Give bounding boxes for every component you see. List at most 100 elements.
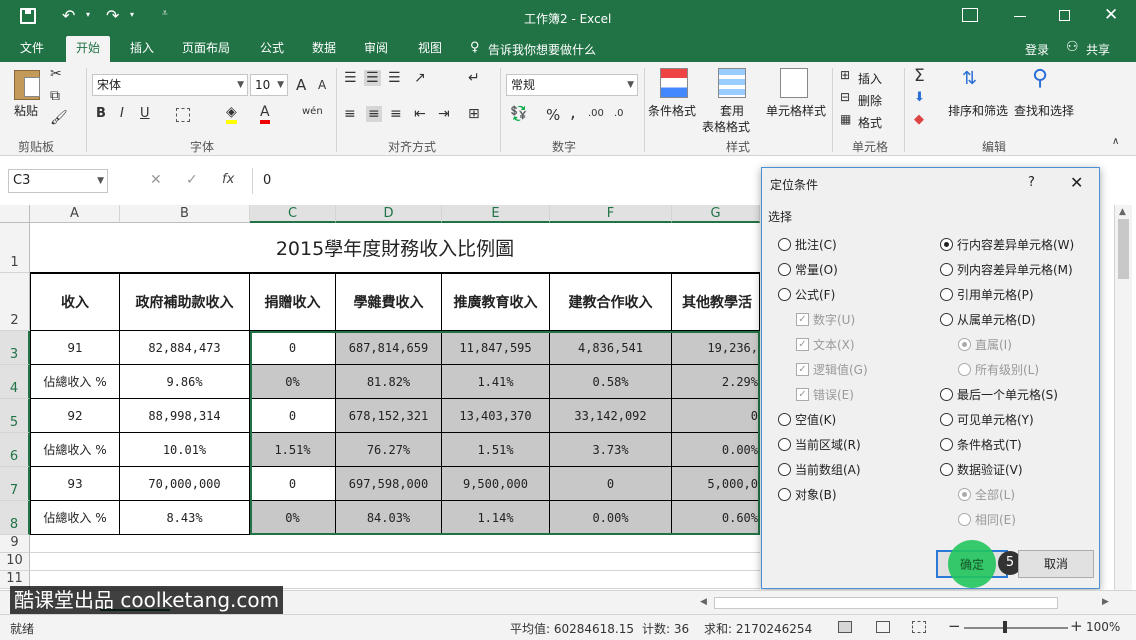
ribbon-display-icon[interactable] xyxy=(962,8,978,22)
radio-right-1[interactable]: 列内容差异单元格(M) xyxy=(940,261,1073,278)
conditional-format-button[interactable]: 条件格式 xyxy=(648,102,696,119)
radio-left-10[interactable]: 对象(B) xyxy=(778,486,837,503)
align-middle-icon[interactable]: ☰ xyxy=(364,70,381,86)
table-cell[interactable]: 0% xyxy=(250,501,336,535)
column-header[interactable]: G xyxy=(672,205,760,223)
collapse-ribbon-icon[interactable]: ∧ xyxy=(1112,136,1119,147)
tab-formulas[interactable]: 公式 xyxy=(250,36,294,62)
tab-home[interactable]: 开始 xyxy=(66,36,111,62)
maximize-icon[interactable] xyxy=(1059,10,1070,21)
decrease-indent-icon[interactable]: ⇤ xyxy=(414,106,426,122)
table-cell[interactable]: 678,152,321 xyxy=(336,399,442,433)
copy-icon[interactable]: ⧉ xyxy=(50,88,60,104)
dialog-close-icon[interactable]: ✕ xyxy=(1070,173,1083,192)
wrap-text-icon[interactable]: ↵ xyxy=(468,70,480,86)
column-header[interactable]: E xyxy=(442,205,550,223)
paste-button[interactable]: 粘贴 xyxy=(14,102,38,119)
table-cell[interactable]: 1.51% xyxy=(442,433,550,467)
tab-insert[interactable]: 插入 xyxy=(120,36,164,62)
scroll-right-icon[interactable]: ▶ xyxy=(1102,597,1109,607)
delete-cells-icon[interactable]: ⊟ xyxy=(840,90,850,104)
table-cell[interactable]: 佔總收入 % xyxy=(30,501,120,535)
column-header[interactable]: B xyxy=(120,205,250,223)
row-header[interactable]: 7 xyxy=(0,467,30,501)
increase-decimal-icon[interactable]: .00 xyxy=(588,108,604,119)
redo-icon[interactable]: ↷ xyxy=(106,6,119,25)
tab-data[interactable]: 数据 xyxy=(302,36,346,62)
percent-button[interactable]: % xyxy=(546,106,560,124)
confirm-entry-icon[interactable]: ✓ xyxy=(186,172,198,188)
customize-qat-icon[interactable]: ⩡ xyxy=(162,8,168,19)
clear-icon[interactable]: ◆ xyxy=(914,112,924,127)
tab-view[interactable]: 视图 xyxy=(408,36,452,62)
zoom-in-icon[interactable]: + xyxy=(1070,617,1083,635)
table-cell[interactable]: 1.41% xyxy=(442,365,550,399)
table-cell[interactable]: 91 xyxy=(30,331,120,365)
table-cell[interactable]: 0.00% xyxy=(672,433,760,467)
minimize-icon[interactable] xyxy=(1014,16,1026,17)
radio-right-6[interactable]: 最后一个单元格(S) xyxy=(940,386,1058,403)
table-cell[interactable]: 5,000,0 xyxy=(672,467,760,501)
table-cell[interactable]: 19,236, xyxy=(672,331,760,365)
fill-icon[interactable]: ⬇ xyxy=(914,90,925,105)
radio-left-2[interactable]: 公式(F) xyxy=(778,286,835,303)
sort-filter-button[interactable]: 排序和筛选 xyxy=(948,102,1008,119)
cut-icon[interactable]: ✂ xyxy=(50,66,62,82)
table-cell[interactable]: 0 xyxy=(672,399,760,433)
format-cells-icon[interactable]: ▦ xyxy=(840,112,851,126)
row-header[interactable]: 8 xyxy=(0,501,30,535)
tab-file[interactable]: 文件 xyxy=(10,36,54,62)
merge-center-icon[interactable]: ⊞ xyxy=(468,106,480,122)
horizontal-scroll-thumb[interactable] xyxy=(714,597,1058,609)
table-cell[interactable]: 0% xyxy=(250,365,336,399)
table-cell[interactable]: 81.82% xyxy=(336,365,442,399)
radio-right-3[interactable]: 从属单元格(D) xyxy=(940,311,1036,328)
align-top-icon[interactable]: ☰ xyxy=(344,70,357,86)
align-bottom-icon[interactable]: ☰ xyxy=(388,70,401,86)
cancel-button[interactable]: 取消 xyxy=(1018,550,1094,578)
radio-left-7[interactable]: 空值(K) xyxy=(778,411,836,428)
table-cell[interactable]: 687,814,659 xyxy=(336,331,442,365)
zoom-out-icon[interactable]: − xyxy=(948,617,961,635)
table-cell[interactable]: 10.01% xyxy=(120,433,250,467)
table-cell[interactable]: 佔總收入 % xyxy=(30,365,120,399)
currency-icon[interactable]: 💱 xyxy=(510,106,527,122)
format-as-table-label[interactable]: 套用 xyxy=(720,102,744,119)
radio-right-2[interactable]: 引用单元格(P) xyxy=(940,286,1034,303)
column-header[interactable]: A xyxy=(30,205,120,223)
table-cell[interactable]: 697,598,000 xyxy=(336,467,442,501)
row-header[interactable]: 4 xyxy=(0,365,30,399)
table-cell[interactable]: 0 xyxy=(250,467,336,501)
header-cell[interactable]: 推廣教育收入 xyxy=(442,273,550,331)
column-header[interactable]: C xyxy=(250,205,336,223)
undo-icon[interactable]: ↶ xyxy=(62,6,75,25)
delete-cells-button[interactable]: 删除 xyxy=(858,92,882,109)
page-break-view-icon[interactable] xyxy=(912,621,926,633)
autosum-icon[interactable]: Σ xyxy=(914,66,925,86)
radio-left-9[interactable]: 当前数组(A) xyxy=(778,461,861,478)
table-cell[interactable]: 8.43% xyxy=(120,501,250,535)
format-cells-button[interactable]: 格式 xyxy=(858,114,882,131)
table-cell[interactable]: 76.27% xyxy=(336,433,442,467)
table-cell[interactable]: 0 xyxy=(250,331,336,365)
align-left-icon[interactable]: ≡ xyxy=(344,106,356,122)
table-cell[interactable]: 0 xyxy=(250,399,336,433)
font-size-combo[interactable]: 10 ▼ xyxy=(250,74,288,96)
tell-me-box[interactable]: 告诉我你想要做什么 xyxy=(488,41,596,58)
row-header[interactable]: 6 xyxy=(0,433,30,467)
table-cell[interactable]: 9.86% xyxy=(120,365,250,399)
radio-left-8[interactable]: 当前区域(R) xyxy=(778,436,861,453)
scroll-left-icon[interactable]: ◀ xyxy=(700,597,707,607)
shrink-font-icon[interactable]: A xyxy=(318,78,326,92)
name-box[interactable]: C3 ▼ xyxy=(8,169,108,193)
table-cell[interactable]: 0.58% xyxy=(550,365,672,399)
decrease-decimal-icon[interactable]: .0 xyxy=(614,108,624,119)
save-icon[interactable] xyxy=(20,8,36,24)
row-header[interactable]: 3 xyxy=(0,331,30,365)
orientation-icon[interactable]: ↗ xyxy=(414,70,426,86)
find-select-button[interactable]: 查找和选择 xyxy=(1014,102,1074,119)
undo-dropdown-icon[interactable]: ▾ xyxy=(86,10,90,19)
cancel-entry-icon[interactable]: ✕ xyxy=(150,172,162,188)
radio-left-1[interactable]: 常量(O) xyxy=(778,261,838,278)
sort-filter-icon[interactable]: ⇅ xyxy=(962,68,977,89)
